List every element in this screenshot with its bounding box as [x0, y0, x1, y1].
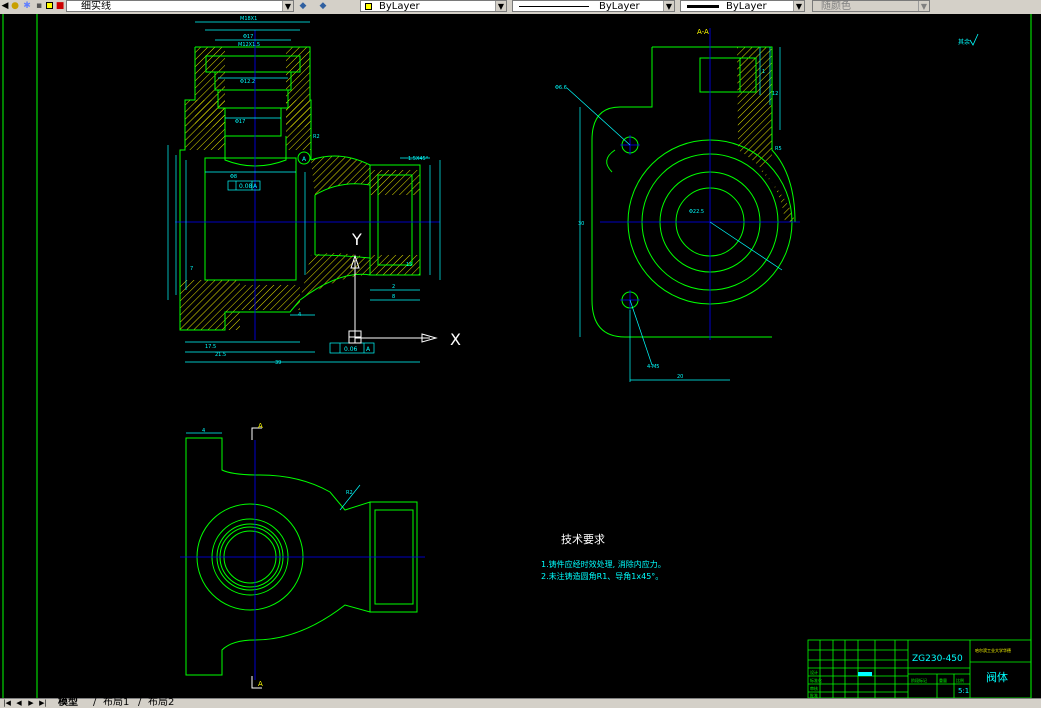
- datum-a-label: A: [253, 183, 258, 190]
- tab-separator-2: /: [138, 697, 142, 708]
- section-a-a-label: A-A: [697, 28, 709, 36]
- svg-text:Φ8: Φ8: [230, 174, 237, 180]
- layer-square-icon: ■: [55, 1, 65, 11]
- dim-22-5: Φ22.5: [689, 209, 704, 215]
- dim-30: 30: [578, 221, 584, 227]
- dim-8: 8: [392, 294, 395, 300]
- top-view: 4 R2 A A: [180, 422, 425, 689]
- lock-icon[interactable]: ▪: [34, 1, 44, 11]
- plotstyle-dropdown-value: 随颜色: [821, 1, 851, 12]
- svg-text:Φ12.2: Φ12.2: [240, 79, 255, 85]
- plotstyle-dropdown[interactable]: 随颜色 ▼: [812, 0, 930, 12]
- dim-r5: R5: [775, 146, 782, 152]
- prev-tab-icon[interactable]: ◀: [14, 699, 24, 707]
- lineweight-sample: [687, 5, 719, 8]
- tech-title: 技术要求: [561, 533, 605, 546]
- dim-4: 4: [298, 312, 301, 318]
- school-name: 哈尔滨工业大学华德: [975, 647, 1011, 653]
- dim-r2-top: R2: [346, 490, 353, 496]
- layer-dropdown-value: 细实线: [81, 1, 111, 12]
- properties-toolbar: ◀ ● ✱ ▪ ■ 细实线 ▼ ◆ ◆ ByLayer ▼ ByLayer ▼ …: [0, 0, 1041, 15]
- ucs-y-label: Y: [351, 230, 362, 249]
- svg-text:M18X1: M18X1: [240, 16, 257, 22]
- dim-r2: R2: [313, 134, 320, 140]
- tab-model[interactable]: 模型: [58, 698, 78, 708]
- freeze-icon[interactable]: ✱: [22, 1, 32, 11]
- lineweight-dropdown[interactable]: ByLayer ▼: [680, 0, 805, 12]
- design-label: 设计: [810, 669, 818, 675]
- tab-separator-1: /: [93, 697, 97, 708]
- roughness-note: 其余: [958, 38, 970, 46]
- color-swatch: [365, 3, 372, 10]
- tab-layout2[interactable]: 布局2: [148, 698, 174, 708]
- tab-layout1[interactable]: 布局1: [103, 698, 129, 708]
- dim-20: 20: [677, 374, 683, 380]
- dim-17-5: 17.5: [205, 344, 216, 350]
- stage-label: 阶段标记: [911, 677, 927, 683]
- tolerance-value-2: 0.06: [344, 346, 358, 353]
- svg-text:M12X1.5: M12X1.5: [238, 42, 260, 48]
- layer-color-swatch: [46, 2, 53, 9]
- svg-text:7: 7: [190, 266, 193, 272]
- make-current-layer-icon[interactable]: ◆: [298, 1, 308, 11]
- linetype-dropdown-value: ByLayer: [599, 1, 640, 12]
- technical-requirements: 技术要求 1.铸件应经时效处理, 消除内应力。 2.未注铸造圆角R1、导角1x4…: [541, 533, 666, 581]
- layer-previous-icon[interactable]: ◆: [318, 1, 328, 11]
- dim-2: 2: [392, 284, 395, 290]
- linetype-dropdown[interactable]: ByLayer ▼: [512, 0, 675, 12]
- view-label-a-top: A: [258, 422, 263, 430]
- color-dropdown[interactable]: ByLayer ▼: [360, 0, 507, 12]
- chevron-down-icon[interactable]: ▼: [495, 1, 506, 11]
- dim-hole-dia: Φ6.6: [555, 85, 567, 91]
- last-tab-icon[interactable]: ▶|: [38, 699, 48, 707]
- scale-label: 比例: [956, 677, 964, 683]
- dim-12: 12: [772, 91, 778, 97]
- tolerance-value-1: 0.08: [239, 183, 253, 190]
- check-label: 审核: [810, 685, 818, 691]
- dim-1: 1: [762, 69, 765, 75]
- dim-a4: 4: [202, 428, 205, 434]
- tech-line-2: 2.未注铸造圆角R1、导角1x45°。: [541, 571, 663, 581]
- first-tab-icon[interactable]: |◀: [2, 699, 12, 707]
- weight-label: 重量: [939, 677, 947, 683]
- part-name: 阀体: [986, 670, 1008, 684]
- color-dropdown-value: ByLayer: [379, 1, 420, 12]
- next-tab-icon[interactable]: ▶: [26, 699, 36, 707]
- drawing-number: ZG230-450: [912, 654, 963, 664]
- layer-state-icon[interactable]: ◀: [0, 1, 10, 11]
- dim-15: 15: [406, 262, 412, 268]
- dim-39: 39: [275, 360, 281, 366]
- view-label-a-bottom: A: [258, 680, 263, 688]
- svg-text:A: A: [302, 156, 307, 163]
- svg-text:Φ17: Φ17: [235, 119, 245, 125]
- drawing-canvas[interactable]: M18X1 Φ17 M12X1.5 Φ12.2 Φ17 Φ8 R2 1.5X45…: [0, 14, 1041, 699]
- tech-line-1: 1.铸件应经时效处理, 消除内应力。: [541, 559, 666, 569]
- chevron-down-icon: ▼: [918, 1, 929, 11]
- title-block: ZG230-450 阀体 5:1 哈尔滨工业大学华德 设计 标准化 审核 批准 …: [807, 639, 1032, 699]
- drawing-svg[interactable]: M18X1 Φ17 M12X1.5 Φ12.2 Φ17 Φ8 R2 1.5X45…: [0, 14, 1041, 699]
- layer-dropdown[interactable]: 细实线 ▼: [66, 0, 294, 12]
- dim-chamfer: 1.5X45°: [408, 156, 429, 162]
- dim-21-5: 21.5: [215, 352, 226, 358]
- linetype-sample: [519, 6, 589, 7]
- scale-value: 5:1: [958, 687, 969, 695]
- dim-4x-hole: 4-M5: [647, 364, 659, 370]
- chevron-down-icon[interactable]: ▼: [793, 1, 804, 11]
- roughness-check-icon: [969, 33, 979, 46]
- front-section-view: M18X1 Φ17 M12X1.5 Φ12.2 Φ17 Φ8 R2 1.5X45…: [167, 16, 441, 366]
- chevron-down-icon[interactable]: ▼: [282, 1, 293, 11]
- section-a-a-view: Φ6.6 4-M5 20 30 Φ22.5 R5 1 12 A-A: [555, 28, 800, 382]
- chevron-down-icon[interactable]: ▼: [663, 1, 674, 11]
- svg-text:Φ17: Φ17: [243, 34, 253, 40]
- ucs-x-label: X: [450, 330, 461, 349]
- lineweight-dropdown-value: ByLayer: [726, 1, 767, 12]
- datum-a-label-2: A: [366, 346, 371, 353]
- std-label: 标准化: [810, 677, 822, 683]
- lightbulb-icon[interactable]: ●: [10, 1, 20, 11]
- title-block-highlight: [858, 672, 872, 676]
